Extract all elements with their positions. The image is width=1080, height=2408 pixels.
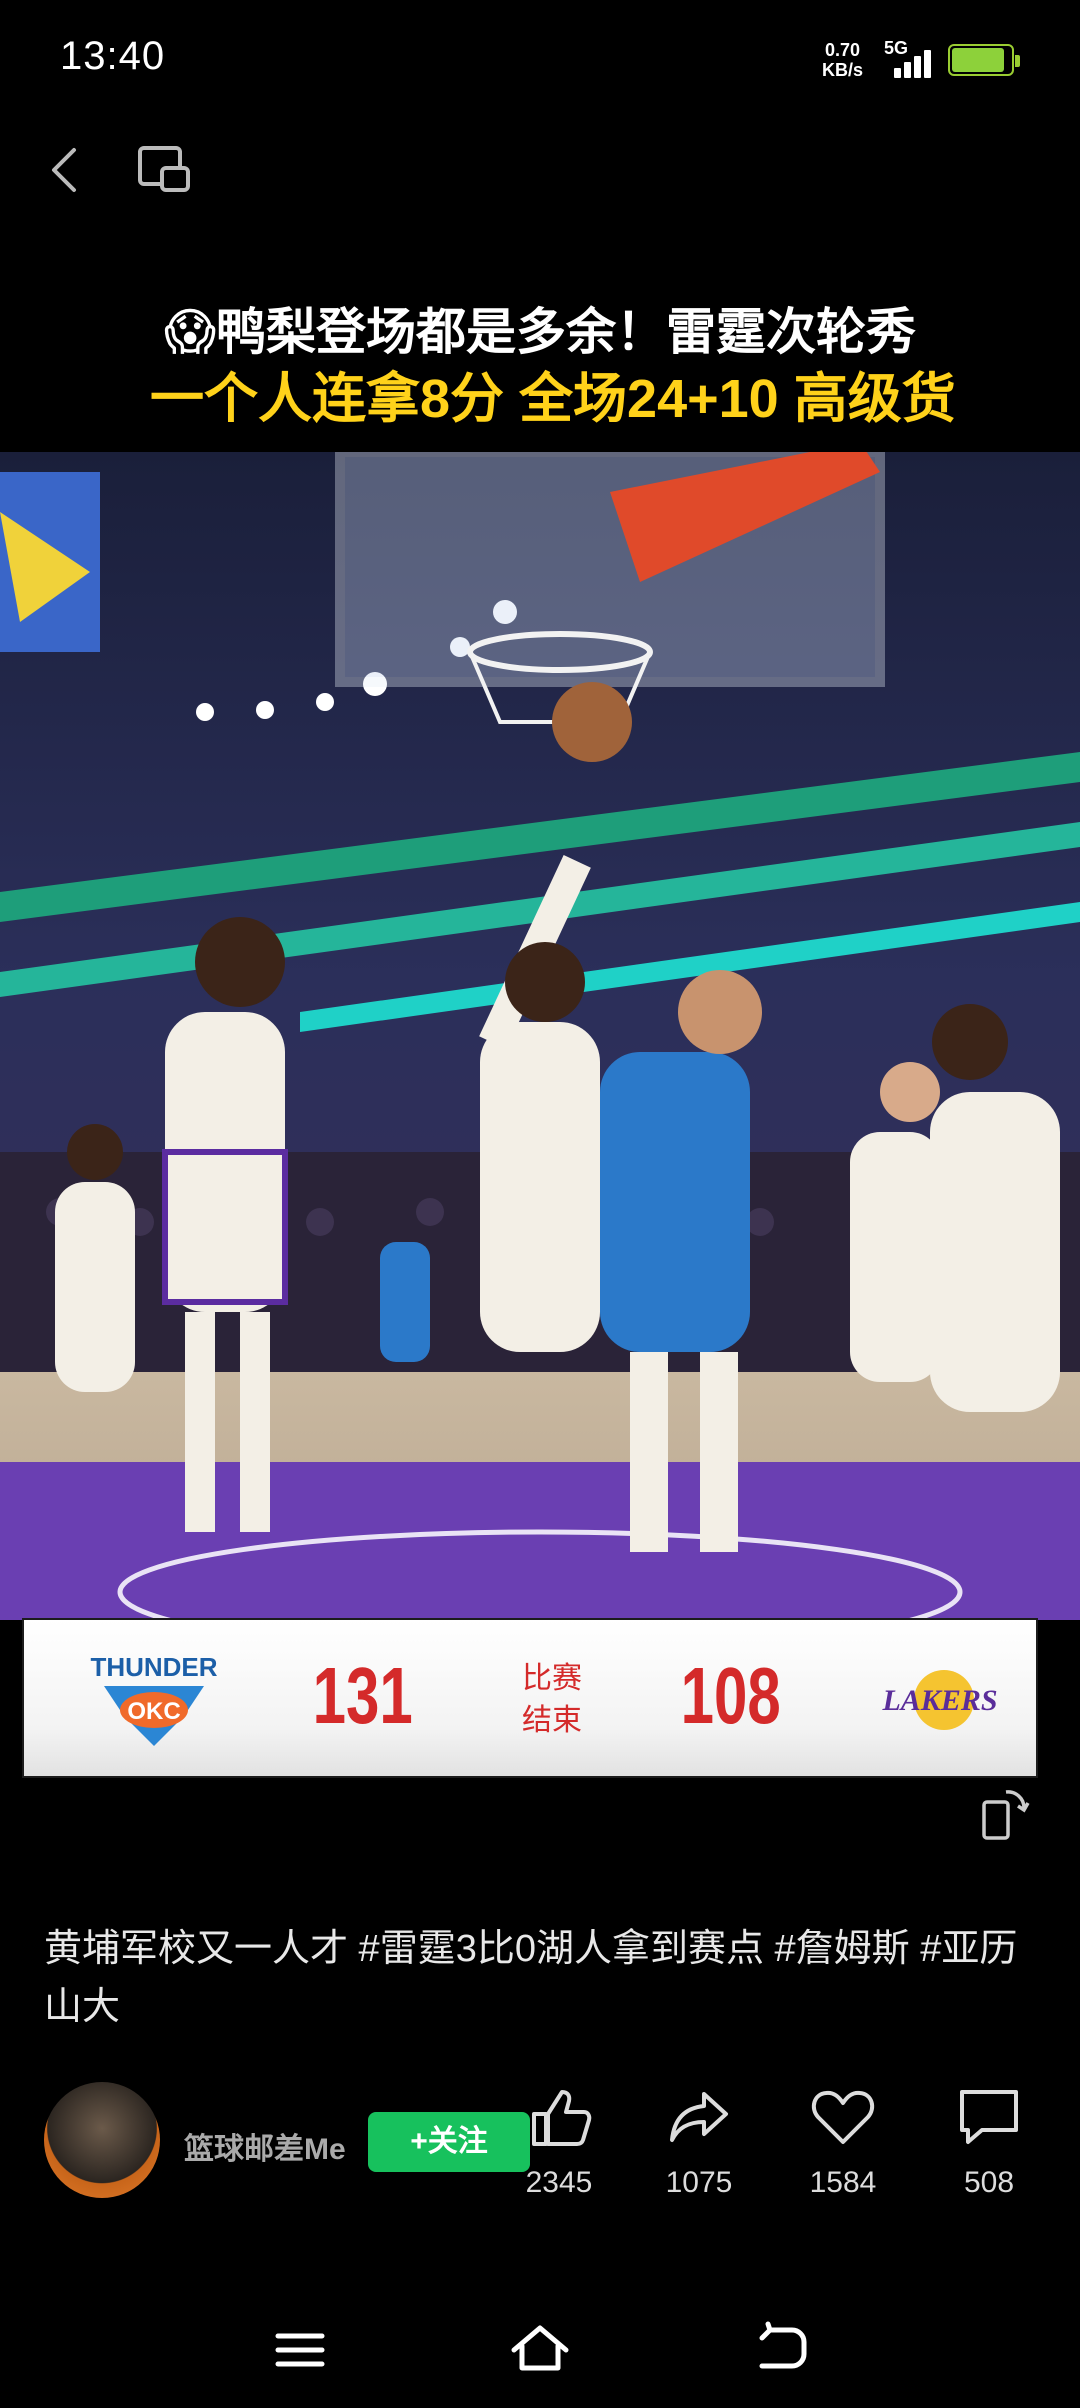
game-status: 比赛 结束 bbox=[512, 1658, 592, 1742]
lakers-logo: LAKERS bbox=[880, 1660, 1000, 1740]
battery-fill bbox=[952, 48, 1004, 72]
video-player[interactable] bbox=[0, 452, 1080, 1620]
network-speed-value: 0.70 bbox=[824, 40, 861, 60]
away-score: 108 bbox=[680, 1651, 781, 1740]
status-bar: 13:40 0.70 KB/s 5G bbox=[0, 0, 1080, 120]
heart-icon bbox=[811, 2090, 875, 2144]
floating-window-button[interactable] bbox=[134, 138, 198, 202]
svg-text:OKC: OKC bbox=[127, 1698, 180, 1725]
back-button[interactable] bbox=[34, 138, 98, 202]
menu-icon bbox=[275, 2333, 325, 2367]
thunder-logo: THUNDER OKC bbox=[84, 1646, 224, 1756]
comment-count: 508 bbox=[963, 2166, 1015, 2199]
network-speed: 0.70 KB/s bbox=[822, 40, 863, 80]
system-nav-bar bbox=[0, 2300, 1080, 2390]
share-button[interactable]: 1075 bbox=[644, 2082, 754, 2200]
top-nav bbox=[0, 130, 1080, 210]
network-speed-unit: KB/s bbox=[822, 60, 864, 80]
chevron-left-icon bbox=[52, 148, 76, 192]
avatar[interactable] bbox=[44, 2082, 160, 2198]
headline-line-1: 鸭梨登场都是多余！雷霆次轮秀 bbox=[216, 304, 917, 360]
back-icon bbox=[759, 2321, 807, 2369]
lakers-wordmark: LAKERS bbox=[881, 1684, 997, 1717]
back-nav-button[interactable] bbox=[750, 2320, 810, 2380]
game-status-line-2: 结束 bbox=[522, 1704, 582, 1737]
like-button[interactable]: 2345 bbox=[504, 2082, 614, 2200]
video-description: 黄埔军校又一人才 #雷霆3比0湖人拿到赛点 #詹姆斯 #亚历山大 bbox=[44, 1928, 1018, 2028]
favorite-button[interactable]: 1584 bbox=[788, 2082, 898, 2200]
comment-icon bbox=[960, 2090, 1018, 2144]
home-icon bbox=[511, 2325, 569, 2371]
comment-button[interactable]: 508 bbox=[934, 2082, 1044, 2200]
video-headline: 😱鸭梨登场都是多余！雷霆次轮秀 一个人连拿8分 全场24+10 高级货 bbox=[0, 300, 1080, 434]
scream-emoji-icon: 😱 bbox=[163, 304, 217, 360]
network-type: 5G bbox=[884, 38, 909, 58]
author-bar: 篮球邮差Me +关注 2345 1075 1584 508 bbox=[44, 2082, 1044, 2202]
game-status-line-1: 比赛 bbox=[522, 1662, 582, 1695]
thunder-wordmark: THUNDER bbox=[90, 1652, 217, 1682]
home-button[interactable] bbox=[510, 2320, 570, 2380]
thumbs-up-icon bbox=[532, 2090, 592, 2146]
rotate-screen-button[interactable] bbox=[980, 1786, 1030, 1842]
clock: 13:40 bbox=[60, 34, 166, 78]
signal-icon: 5G bbox=[884, 38, 940, 78]
home-score: 131 bbox=[312, 1651, 413, 1740]
scoreboard: THUNDER OKC 131 比赛 结束 108 LAKERS bbox=[22, 1618, 1038, 1778]
headline-line-2: 一个人连拿8分 全场24+10 高级货 bbox=[150, 369, 956, 429]
video-frame-image bbox=[0, 452, 1080, 1620]
like-count: 2345 bbox=[525, 2166, 593, 2199]
menu-button[interactable] bbox=[270, 2320, 330, 2380]
favorite-count: 1584 bbox=[809, 2166, 877, 2199]
battery-icon bbox=[948, 44, 1020, 76]
share-icon bbox=[670, 2092, 728, 2142]
rotate-screen-icon bbox=[982, 1790, 1030, 1840]
floating-window-icon bbox=[138, 146, 190, 192]
share-count: 1075 bbox=[665, 2166, 733, 2199]
